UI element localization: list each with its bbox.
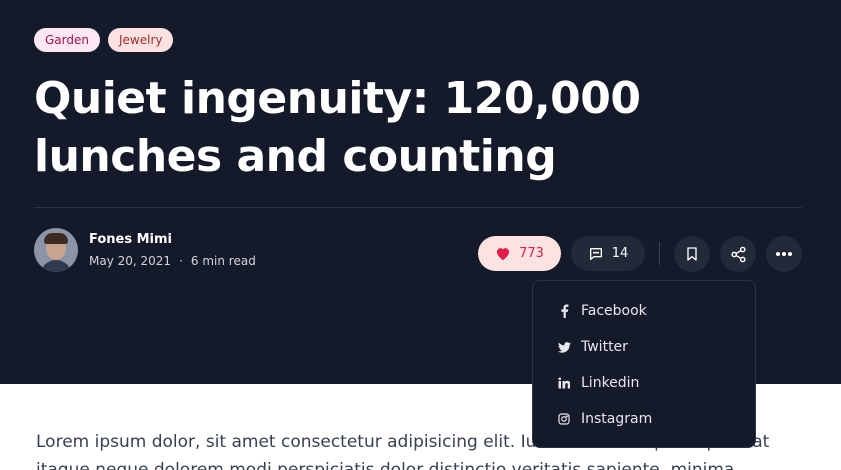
heart-icon xyxy=(497,248,510,261)
post-title: Quiet ingenuity: 120,000 lunches and cou… xyxy=(34,70,674,186)
bookmark-icon xyxy=(687,247,697,261)
header-divider xyxy=(34,207,802,208)
tag-list: Garden Jewelry xyxy=(34,28,174,52)
linkedin-label: Linkedin xyxy=(581,375,640,391)
author-meta: Fones Mimi May 20, 2021 · 6 min read xyxy=(89,231,256,270)
post-meta-line: May 20, 2021 · 6 min read xyxy=(89,252,256,270)
author-block: Fones Mimi May 20, 2021 · 6 min read xyxy=(34,228,256,272)
post-title-line-1: Quiet ingenuity: 120,000 xyxy=(34,73,641,124)
share-twitter[interactable]: Twitter xyxy=(533,329,755,365)
avatar-hair-shape xyxy=(44,233,68,244)
more-horizontal-icon xyxy=(776,252,792,256)
meta-separator: · xyxy=(179,253,183,268)
share-icon xyxy=(730,246,746,262)
more-options-button[interactable] xyxy=(766,236,802,272)
author-avatar[interactable] xyxy=(34,228,78,272)
bookmark-button[interactable] xyxy=(674,236,710,272)
share-dropdown-menu: Facebook Twitter Linkedin Instagram xyxy=(532,280,756,448)
instagram-label: Instagram xyxy=(581,411,653,427)
comment-button[interactable]: 14 xyxy=(571,236,645,271)
instagram-icon xyxy=(557,412,571,426)
author-name[interactable]: Fones Mimi xyxy=(89,231,256,249)
avatar-body-shape xyxy=(40,260,72,272)
comment-count: 14 xyxy=(611,246,629,261)
body-line-2: itaque neque dolorem modi perspiciatis d… xyxy=(36,460,735,470)
facebook-icon xyxy=(557,304,571,318)
tag-jewelry[interactable]: Jewelry xyxy=(107,28,174,52)
comment-icon xyxy=(589,247,602,260)
tag-garden[interactable]: Garden xyxy=(34,28,100,52)
linkedin-icon xyxy=(557,376,571,390)
read-time: 6 min read xyxy=(190,253,256,268)
post-date: May 20, 2021 xyxy=(89,253,172,268)
post-title-line-2: lunches and counting xyxy=(34,131,557,182)
like-button[interactable]: 773 xyxy=(478,236,561,271)
share-facebook[interactable]: Facebook xyxy=(533,293,755,329)
share-linkedin[interactable]: Linkedin xyxy=(533,365,755,401)
actions-divider xyxy=(659,242,660,265)
twitter-icon xyxy=(557,340,571,354)
facebook-label: Facebook xyxy=(581,303,647,319)
share-button[interactable] xyxy=(720,236,756,272)
like-count: 773 xyxy=(519,246,544,261)
share-instagram[interactable]: Instagram xyxy=(533,401,755,437)
twitter-label: Twitter xyxy=(581,339,628,355)
